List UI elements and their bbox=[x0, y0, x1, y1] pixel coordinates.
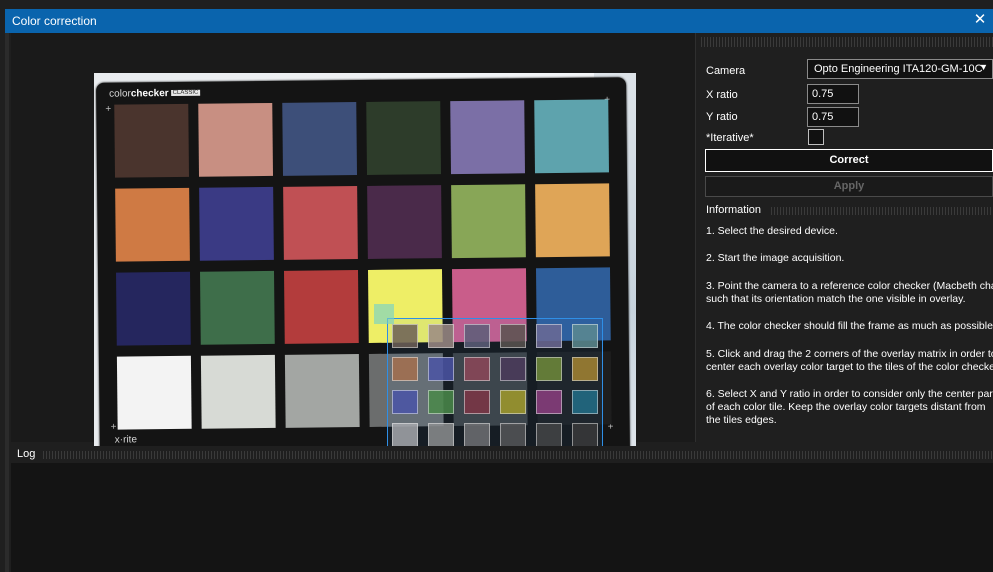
overlay-target bbox=[500, 390, 526, 414]
overlay-corner-handle-top-left[interactable] bbox=[374, 304, 394, 324]
checker-tile bbox=[115, 187, 190, 262]
overlay-target bbox=[572, 423, 598, 447]
overlay-target bbox=[464, 390, 490, 414]
checker-tile bbox=[282, 102, 358, 176]
maker-logo: x·rite bbox=[114, 434, 138, 446]
overlay-target bbox=[536, 423, 562, 447]
log-pane: Log bbox=[11, 446, 993, 572]
window-title: Color correction bbox=[12, 14, 97, 28]
section-header-lines bbox=[43, 451, 993, 459]
settings-panel: Camera Opto Engineering ITA120-GM-10C ▼ … bbox=[701, 33, 993, 442]
information-header: Information bbox=[701, 204, 993, 218]
camera-label: Camera bbox=[706, 65, 746, 77]
info-step: such that its orientation match the one … bbox=[706, 293, 966, 305]
correct-button[interactable]: Correct bbox=[705, 149, 993, 172]
info-step: of each color tile. Keep the overlay col… bbox=[706, 401, 986, 413]
chevron-down-icon: ▼ bbox=[979, 62, 988, 72]
image-viewer: colorcheckerCLASSIC x·rite + + + + bbox=[11, 33, 696, 471]
checker-tile bbox=[200, 270, 275, 345]
overlay-target bbox=[464, 423, 490, 447]
info-step: 2. Start the image acquisition. bbox=[706, 252, 845, 264]
registration-mark: + bbox=[105, 103, 112, 115]
x-ratio-label: X ratio bbox=[706, 89, 738, 101]
checker-tile bbox=[284, 354, 360, 428]
overlay-target bbox=[500, 423, 526, 447]
checker-tile bbox=[200, 354, 276, 429]
info-step: 3. Point the camera to a reference color… bbox=[706, 280, 993, 292]
checker-tile bbox=[198, 102, 274, 177]
overlay-target bbox=[536, 357, 562, 381]
overlay-target bbox=[392, 357, 418, 381]
overlay-target bbox=[428, 357, 454, 381]
title-bar-inner: Color correction ✕ bbox=[5, 9, 993, 33]
x-ratio-input[interactable]: 0.75 bbox=[807, 84, 859, 104]
info-step: 1. Select the desired device. bbox=[706, 225, 838, 237]
overlay-target bbox=[500, 324, 526, 348]
overlay-target bbox=[464, 357, 490, 381]
info-step: center each overlay color target to the … bbox=[706, 361, 993, 373]
window-left-border bbox=[5, 33, 9, 572]
overlay-target bbox=[428, 390, 454, 414]
camera-select[interactable]: Opto Engineering ITA120-GM-10C ▼ bbox=[807, 59, 993, 79]
overlay-target bbox=[428, 423, 454, 447]
checker-tile bbox=[450, 100, 525, 175]
checker-tile bbox=[284, 270, 359, 344]
log-output[interactable] bbox=[11, 463, 993, 572]
logo-badge: CLASSIC bbox=[170, 89, 201, 97]
camera-image[interactable]: colorcheckerCLASSIC x·rite + + + + bbox=[94, 73, 636, 471]
info-step: 6. Select X and Y ratio in order to cons… bbox=[706, 388, 993, 400]
overlay-matrix[interactable] bbox=[387, 318, 603, 458]
logo-prefix: color bbox=[109, 88, 131, 100]
checker-tile bbox=[116, 355, 192, 430]
checker-tile bbox=[534, 99, 609, 174]
camera-select-value: Opto Engineering ITA120-GM-10C bbox=[814, 63, 983, 75]
y-ratio-input[interactable]: 0.75 bbox=[807, 107, 859, 127]
iterative-label: *Iterative* bbox=[706, 132, 754, 144]
section-header-lines bbox=[771, 207, 993, 215]
overlay-target bbox=[572, 390, 598, 414]
iterative-checkbox[interactable] bbox=[808, 129, 824, 145]
overlay-target bbox=[392, 390, 418, 414]
checker-tile bbox=[199, 186, 274, 261]
checker-tile bbox=[366, 101, 442, 175]
panel-header-grip bbox=[701, 37, 993, 47]
checker-tile bbox=[283, 186, 358, 260]
info-step: 5. Click and drag the 2 corners of the o… bbox=[706, 348, 993, 360]
overlay-target bbox=[572, 324, 598, 348]
checker-tile bbox=[116, 271, 191, 346]
log-title: Log bbox=[17, 448, 42, 460]
checker-tile bbox=[535, 183, 610, 258]
overlay-target bbox=[428, 324, 454, 348]
information-title: Information bbox=[706, 204, 768, 216]
title-bar: Color correction ✕ bbox=[0, 0, 993, 33]
overlay-target bbox=[536, 324, 562, 348]
overlay-target bbox=[392, 324, 418, 348]
overlay-target bbox=[392, 423, 418, 447]
checker-logo: colorchecker CLASSIC bbox=[109, 88, 201, 100]
logo-bold: checker bbox=[130, 88, 169, 100]
overlay-target bbox=[464, 324, 490, 348]
checker-tile bbox=[451, 184, 526, 259]
log-header: Log bbox=[11, 448, 993, 462]
checker-tile bbox=[114, 103, 190, 178]
overlay-target bbox=[536, 390, 562, 414]
overlay-target bbox=[572, 357, 598, 381]
info-step: the tiles edges. bbox=[706, 414, 777, 426]
apply-button[interactable]: Apply bbox=[705, 176, 993, 197]
overlay-target bbox=[500, 357, 526, 381]
registration-mark: + bbox=[110, 421, 117, 433]
info-step: 4. The color checker should fill the fra… bbox=[706, 320, 993, 332]
checker-tile bbox=[367, 185, 442, 259]
y-ratio-label: Y ratio bbox=[706, 111, 738, 123]
close-icon[interactable]: ✕ bbox=[971, 11, 989, 29]
